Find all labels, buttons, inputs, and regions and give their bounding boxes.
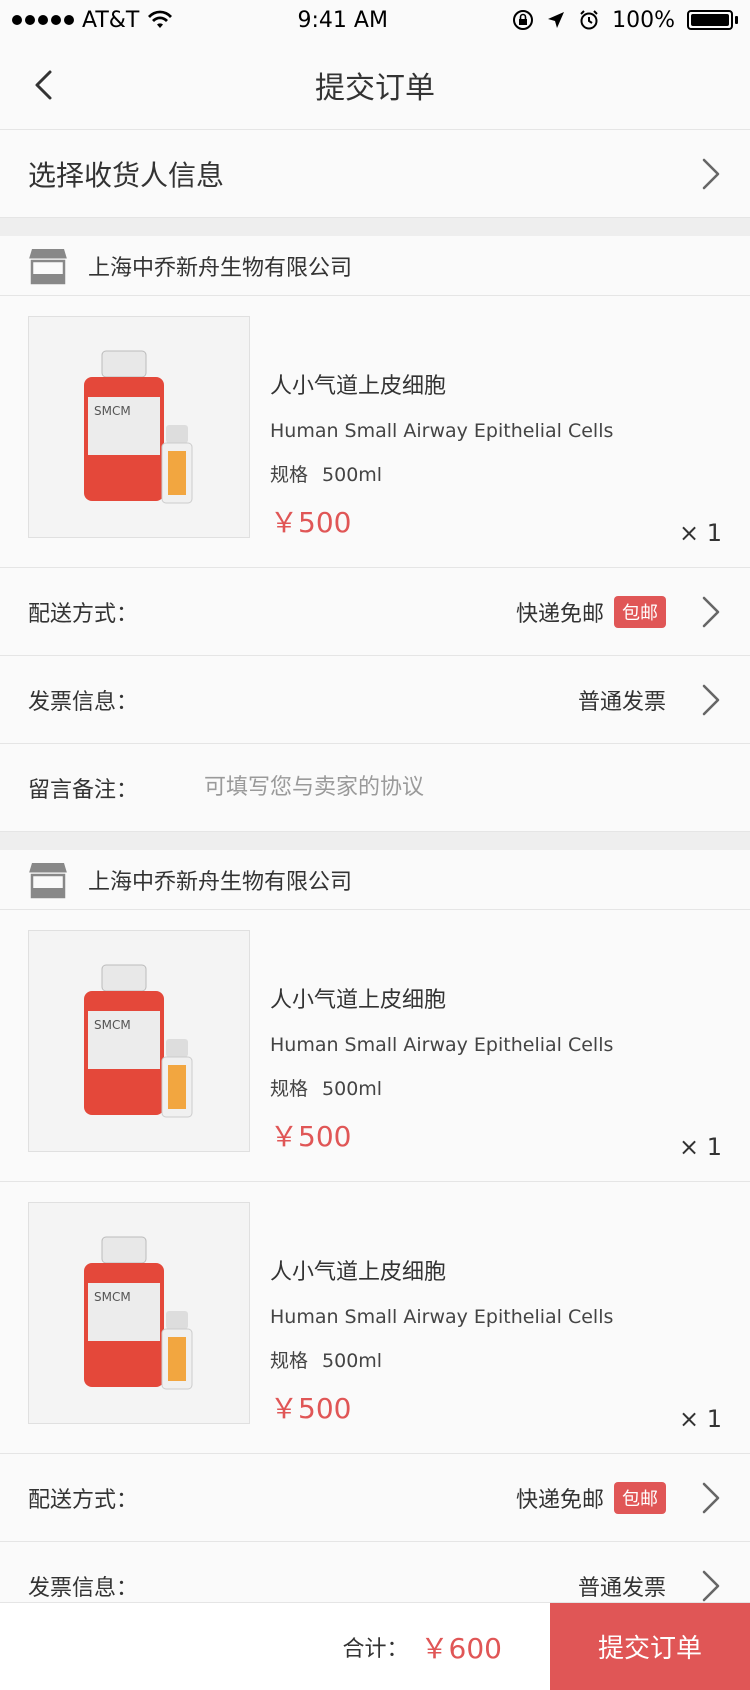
free-shipping-badge: 包邮 (614, 1481, 666, 1514)
product-name-cn: 人小气道上皮细胞 (270, 988, 447, 1013)
delivery-label: 配送方式： (28, 601, 139, 627)
submit-order-button[interactable]: 提交订单 (550, 1602, 750, 1690)
signal-icon (12, 15, 74, 25)
delivery-row[interactable]: 配送方式： 快递免邮 包邮 (0, 568, 750, 656)
product-quantity: × 1 (678, 1405, 722, 1433)
product-item[interactable]: SMCM 人小气道上皮细胞 Human Small Airway Epithel… (0, 910, 750, 1182)
address-label: 选择收货人信息 (28, 158, 225, 192)
order-total: 合计： ￥600 (0, 1627, 550, 1667)
svg-text:SMCM: SMCM (94, 404, 131, 418)
chevron-right-icon (702, 1570, 720, 1601)
free-shipping-badge: 包邮 (614, 595, 666, 628)
svg-text:SMCM: SMCM (94, 1290, 131, 1304)
product-image: SMCM (28, 1202, 250, 1424)
checkout-bar: 合计： ￥600 提交订单 (0, 1602, 750, 1690)
product-quantity: × 1 (678, 1133, 722, 1161)
section-gap (0, 832, 750, 850)
shop-header: 上海中乔新舟生物有限公司 (0, 850, 750, 910)
product-quantity: × 1 (678, 519, 722, 547)
svg-text:SMCM: SMCM (94, 1018, 131, 1032)
delivery-value: 快递免邮 (515, 601, 604, 627)
product-price: ￥500 (270, 1392, 352, 1425)
note-label: 留言备注： (28, 777, 139, 803)
chevron-right-icon (702, 1482, 720, 1513)
status-bar: AT&T 9:41 AM 100% (0, 0, 750, 40)
total-amount: ￥600 (420, 1631, 502, 1665)
shop-name: 上海中乔新舟生物有限公司 (88, 869, 353, 895)
product-item[interactable]: SMCM 人小气道上皮细胞 Human Small Airway Epithel… (0, 296, 750, 568)
product-image: SMCM (28, 316, 250, 538)
delivery-row[interactable]: 配送方式： 快递免邮 包邮 (0, 1454, 750, 1542)
product-info: 人小气道上皮细胞 Human Small Airway Epithelial C… (270, 930, 722, 1161)
store-icon (29, 862, 67, 898)
spec-value: 500ml (322, 1078, 383, 1100)
invoice-label: 发票信息： (28, 1575, 139, 1601)
chevron-right-icon (702, 158, 720, 189)
spec-label: 规格 (270, 1078, 309, 1100)
product-info: 人小气道上皮细胞 Human Small Airway Epithelial C… (270, 1202, 722, 1433)
order-group: 上海中乔新舟生物有限公司 SMCM 人小气道上皮细胞 Human Small A… (0, 850, 750, 1630)
product-name-cn: 人小气道上皮细胞 (270, 374, 447, 399)
product-item[interactable]: SMCM 人小气道上皮细胞 Human Small Airway Epithel… (0, 1182, 750, 1454)
nav-bar: 提交订单 (0, 40, 750, 130)
section-gap (0, 218, 750, 236)
invoice-value: 普通发票 (577, 1575, 666, 1601)
shop-name: 上海中乔新舟生物有限公司 (88, 255, 353, 281)
product-spec: 规格 500ml (270, 1074, 722, 1101)
spec-label: 规格 (270, 464, 309, 486)
shop-header: 上海中乔新舟生物有限公司 (0, 236, 750, 296)
product-price: ￥500 (270, 506, 352, 539)
invoice-label: 发票信息： (28, 689, 139, 715)
product-name-en: Human Small Airway Epithelial Cells (270, 1034, 614, 1056)
delivery-value: 快递免邮 (515, 1487, 604, 1513)
back-arrow-icon[interactable] (28, 68, 62, 102)
product-image: SMCM (28, 930, 250, 1152)
product-name-en: Human Small Airway Epithelial Cells (270, 1306, 614, 1328)
product-name-en: Human Small Airway Epithelial Cells (270, 420, 614, 442)
chevron-right-icon (702, 684, 720, 715)
spec-value: 500ml (322, 1350, 383, 1372)
delivery-label: 配送方式： (28, 1487, 139, 1513)
product-spec: 规格 500ml (270, 1346, 722, 1373)
product-spec: 规格 500ml (270, 460, 722, 487)
total-label: 合计： (342, 1636, 409, 1662)
page-title: 提交订单 (315, 70, 435, 106)
location-icon (548, 12, 565, 28)
order-group: 上海中乔新舟生物有限公司 SMCM 人小气道上皮细胞 Human Small A… (0, 236, 750, 832)
battery-icon (687, 10, 738, 30)
note-row: 留言备注： (0, 744, 750, 832)
store-icon (29, 248, 67, 284)
invoice-row[interactable]: 发票信息： 普通发票 (0, 656, 750, 744)
spec-value: 500ml (322, 464, 383, 486)
wifi-icon (148, 10, 173, 28)
select-address-row[interactable]: 选择收货人信息 (0, 130, 750, 218)
alarm-icon (580, 10, 598, 30)
carrier: AT&T (82, 7, 140, 33)
product-name-cn: 人小气道上皮细胞 (270, 1260, 447, 1285)
orientation-lock-icon (513, 10, 534, 30)
product-price: ￥500 (270, 1120, 352, 1153)
product-info: 人小气道上皮细胞 Human Small Airway Epithelial C… (270, 316, 722, 547)
clock: 9:41 AM (297, 7, 388, 33)
note-input[interactable] (204, 775, 722, 800)
spec-label: 规格 (270, 1350, 309, 1372)
chevron-right-icon (702, 596, 720, 627)
battery-percent: 100% (612, 7, 675, 33)
invoice-value: 普通发票 (577, 689, 666, 715)
